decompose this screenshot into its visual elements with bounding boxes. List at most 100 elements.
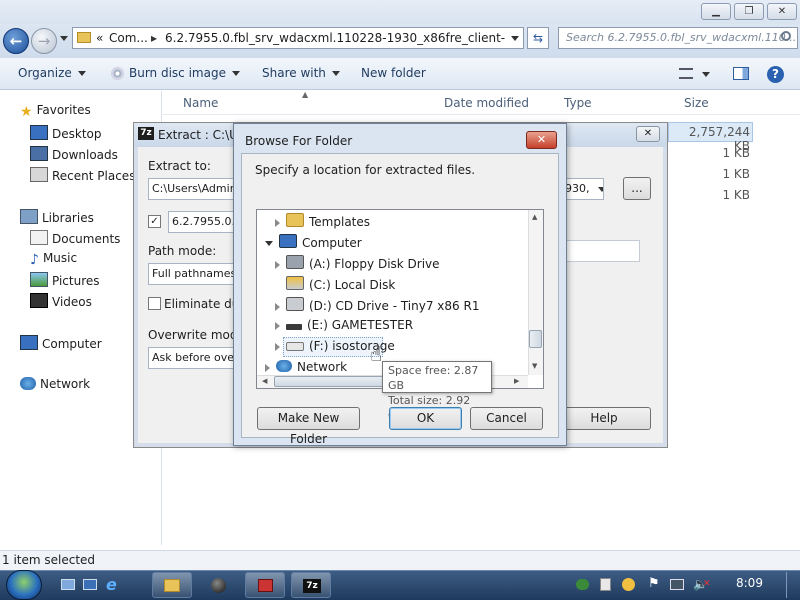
nav-pictures[interactable]: Pictures	[30, 272, 100, 288]
internet-explorer-icon[interactable]: e	[106, 576, 117, 594]
address-overflow[interactable]: «	[96, 31, 103, 45]
password-field[interactable]	[566, 240, 640, 262]
network-icon	[20, 377, 36, 390]
disc-icon	[111, 67, 124, 80]
tree-vertical-scrollbar[interactable]	[528, 210, 543, 375]
extract-browse-button[interactable]: ...	[623, 177, 651, 200]
view-dropdown-icon[interactable]	[702, 72, 710, 77]
show-desktop-button[interactable]	[786, 572, 798, 598]
overwrite-mode-select[interactable]: Ask before overw	[148, 347, 238, 369]
path-mode-select[interactable]: Full pathnames	[148, 263, 238, 285]
extract-close-button[interactable]: ✕	[636, 126, 660, 142]
nav-music[interactable]: ♪ Music	[30, 251, 77, 268]
tree-item-floppy[interactable]: (A:) Floppy Disk Drive	[275, 255, 440, 271]
tree-item-network[interactable]: Network	[265, 360, 347, 374]
burn-disc-image-button[interactable]: Burn disc image	[129, 66, 240, 80]
libraries-icon	[20, 209, 38, 224]
taskbar-7zip[interactable]: 7z	[291, 572, 331, 598]
scroll-right-arrow-icon[interactable]: ▶	[514, 377, 519, 385]
forward-button[interactable]: →	[31, 28, 57, 54]
share-with-menu[interactable]: Share with	[262, 66, 340, 80]
maximize-button[interactable]: ❐	[734, 3, 764, 20]
help-button[interactable]: Help	[557, 407, 651, 430]
tree-item-local-disk[interactable]: (C:) Local Disk	[275, 276, 395, 292]
tree-item-gametester[interactable]: (E:) GAMETESTER	[275, 318, 413, 332]
cancel-button[interactable]: Cancel	[470, 407, 543, 430]
organize-menu[interactable]: Organize	[18, 66, 86, 80]
column-size[interactable]: Size	[684, 96, 709, 110]
taskbar-app-red[interactable]	[245, 572, 285, 598]
extract-path-field[interactable]: C:\Users\Adminis	[148, 178, 238, 200]
nav-videos-label: Videos	[52, 295, 92, 309]
nav-downloads[interactable]: Downloads	[30, 146, 118, 162]
column-type[interactable]: Type	[564, 96, 592, 110]
local-disk-icon	[286, 276, 304, 290]
nav-recent-places[interactable]: Recent Places	[30, 167, 135, 183]
folder-name-field[interactable]: 6.2.7955.0.fb	[168, 211, 238, 233]
tree-item-computer[interactable]: Computer	[265, 234, 362, 250]
new-folder-button[interactable]: New folder	[361, 66, 426, 80]
tree-item-templates[interactable]: Templates	[275, 213, 370, 229]
refresh-icon[interactable]: ⇆	[527, 27, 549, 49]
extract-path-dropdown[interactable]: 930,	[562, 178, 604, 200]
tree-item-cd-drive[interactable]: (D:) CD Drive - Tiny7 x86 R1	[275, 297, 479, 313]
taskbar-clock[interactable]: 8:09	[736, 576, 763, 590]
make-new-folder-button[interactable]: Make New Folder	[257, 407, 360, 446]
nav-desktop[interactable]: Desktop	[30, 125, 102, 141]
start-button[interactable]	[6, 570, 42, 600]
eliminate-duplicates-checkbox[interactable]	[148, 297, 161, 310]
folder-icon	[286, 213, 304, 227]
desktop-icon	[30, 125, 48, 140]
tree-label: (A:) Floppy Disk Drive	[309, 257, 440, 271]
nav-desktop-label: Desktop	[52, 127, 102, 141]
scroll-down-arrow-icon[interactable]: ▼	[532, 362, 537, 370]
taskbar-explorer[interactable]	[152, 572, 192, 598]
taskbar-media-player[interactable]	[198, 572, 238, 598]
help-icon[interactable]: ?	[767, 66, 784, 83]
nav-network[interactable]: Network	[20, 377, 90, 391]
search-input[interactable]: Search 6.2.7955.0.fbl_srv_wdacxml.110...	[558, 27, 798, 49]
tray-security-icon[interactable]	[622, 578, 635, 591]
scroll-up-arrow-icon[interactable]: ▲	[532, 213, 537, 221]
show-desktop-icon[interactable]	[61, 579, 75, 590]
nav-computer[interactable]: Computer	[20, 335, 102, 351]
breadcrumb-separator-icon[interactable]: ▸	[151, 31, 157, 45]
mute-x-icon: ✕	[703, 579, 711, 589]
nav-downloads-label: Downloads	[52, 148, 118, 162]
tree-label: Network	[297, 360, 348, 374]
recent-pages-chevron-icon[interactable]	[60, 36, 68, 41]
file-size: 1 KB	[722, 146, 750, 160]
scroll-left-arrow-icon[interactable]: ◀	[262, 377, 267, 385]
search-icon	[781, 31, 791, 41]
address-dropdown-icon[interactable]	[511, 36, 519, 41]
address-bar[interactable]: « Com... ▸ 6.2.7955.0.fbl_srv_wdacxml.11…	[72, 27, 524, 49]
column-name[interactable]: Name	[183, 96, 218, 110]
switch-windows-icon[interactable]	[83, 579, 97, 590]
back-button[interactable]: ←	[3, 28, 29, 54]
breadcrumb-computer[interactable]: Com...	[109, 31, 148, 45]
ok-button[interactable]: OK	[389, 407, 462, 430]
tray-document-icon[interactable]	[600, 578, 611, 591]
folder-icon	[77, 32, 91, 43]
preview-pane-icon[interactable]	[733, 67, 749, 80]
music-icon: ♪	[30, 252, 39, 268]
nav-network-label: Network	[40, 377, 91, 391]
nav-libraries[interactable]: Libraries	[20, 209, 94, 225]
column-date-modified[interactable]: Date modified	[444, 96, 529, 110]
nav-favorites[interactable]: ★ Favorites	[20, 103, 91, 120]
nav-videos[interactable]: Videos	[30, 293, 92, 309]
tree-scroll-thumb[interactable]	[529, 330, 542, 348]
tray-network-status-icon[interactable]	[670, 579, 684, 590]
action-center-flag-icon[interactable]: ⚑	[648, 576, 660, 591]
nav-documents[interactable]: Documents	[30, 230, 120, 246]
tray-network-icon[interactable]	[576, 579, 589, 590]
tree-label: Computer	[302, 236, 362, 250]
close-window-button[interactable]: ✕	[767, 3, 797, 20]
folder-checkbox[interactable]: ✓	[148, 215, 161, 228]
minimize-button[interactable]: ▁	[701, 3, 731, 20]
breadcrumb-folder[interactable]: 6.2.7955.0.fbl_srv_wdacxml.110228-1930_x…	[165, 31, 505, 45]
status-bar: 1 item selected	[0, 550, 800, 570]
explorer-title-bar[interactable]	[0, 0, 800, 24]
browse-close-button[interactable]: ✕	[526, 131, 557, 149]
view-options-icon[interactable]	[679, 68, 693, 79]
